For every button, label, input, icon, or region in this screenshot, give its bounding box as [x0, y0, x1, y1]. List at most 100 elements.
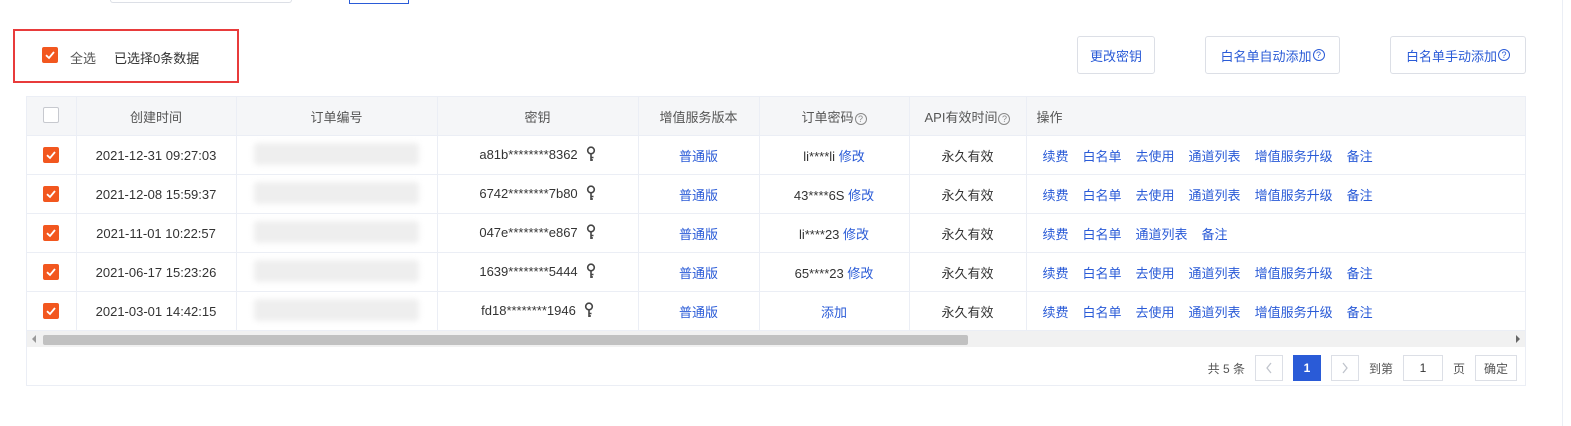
key-icon[interactable] [584, 301, 594, 321]
page-number-button[interactable]: 1 [1292, 355, 1321, 381]
order-number-cell [236, 213, 438, 253]
check-icon [46, 306, 56, 315]
row-op-link[interactable]: 增值服务升级 [1255, 149, 1333, 164]
order-password-action-link[interactable]: 修改 [843, 227, 869, 242]
scroll-thumb[interactable] [43, 335, 968, 345]
order-password-cell: 65****23 修改 [759, 252, 910, 292]
row-op-link[interactable]: 去使用 [1136, 188, 1175, 203]
row-checkbox[interactable] [43, 302, 60, 319]
key-value: 6742********7b80 [479, 185, 578, 201]
row-op-link[interactable]: 续费 [1043, 266, 1069, 281]
row-op-link[interactable]: 白名单 [1083, 149, 1122, 164]
row-op-link[interactable]: 备注 [1347, 149, 1373, 164]
row-checkbox-cell [27, 174, 77, 214]
prev-page-button[interactable] [1254, 355, 1283, 381]
redacted-order-number [254, 142, 419, 165]
help-icon[interactable]: ? [854, 113, 867, 125]
header-service-version: 增值服务版本 [638, 97, 760, 136]
row-checkbox-cell [27, 252, 77, 292]
whitelist-auto-add-button[interactable]: 白名单自动添加? [1205, 36, 1340, 74]
row-op-link[interactable]: 续费 [1043, 149, 1069, 164]
service-version-link[interactable]: 普通版 [679, 149, 718, 164]
whitelist-manual-add-label: 白名单手动添加 [1405, 48, 1497, 64]
service-version-link[interactable]: 普通版 [679, 227, 718, 242]
row-op-link[interactable]: 白名单 [1083, 266, 1122, 281]
row-op-link[interactable]: 去使用 [1136, 149, 1175, 164]
created-time-cell: 2021-12-31 09:27:03 [76, 135, 237, 175]
operations-cell: 续费 白名单 去使用 通道列表 增值服务升级 备注 [1026, 252, 1525, 292]
row-op-link[interactable]: 白名单 [1083, 188, 1122, 203]
top-filter-input-fragment[interactable] [110, 0, 292, 3]
operations-cell: 续费 白名单 通道列表 备注 [1026, 213, 1525, 253]
row-op-link[interactable]: 去使用 [1136, 266, 1175, 281]
select-all-checkbox[interactable] [42, 47, 58, 63]
row-op-link[interactable]: 备注 [1347, 305, 1373, 320]
redacted-order-number [254, 181, 419, 204]
row-op-link[interactable]: 通道列表 [1189, 305, 1241, 320]
table-row: 2021-06-17 15:23:26 1639********5444 普通版 65… [27, 252, 1525, 292]
row-op-link[interactable]: 续费 [1043, 227, 1069, 242]
scroll-left-arrow-icon[interactable] [32, 335, 36, 343]
row-checkbox[interactable] [43, 185, 60, 202]
row-op-link[interactable]: 增值服务升级 [1255, 266, 1333, 281]
service-version-link[interactable]: 普通版 [679, 305, 718, 320]
row-op-link[interactable]: 通道列表 [1189, 266, 1241, 281]
table-header-row: 创建时间 订单编号 密钥 增值服务版本 订单密码? API有效时间? 操作 [27, 97, 1525, 136]
row-checkbox[interactable] [43, 146, 60, 163]
created-time-cell: 2021-03-01 14:42:15 [76, 291, 237, 331]
goto-confirm-button[interactable]: 确定 [1474, 355, 1517, 381]
help-icon[interactable]: ? [1312, 49, 1325, 61]
key-cell: fd18********1946 [437, 291, 639, 331]
created-time-cell: 2021-11-01 10:22:57 [76, 213, 237, 253]
order-number-cell [236, 174, 438, 214]
scroll-right-arrow-icon[interactable] [1516, 335, 1520, 343]
key-cell: 6742********7b80 [437, 174, 639, 214]
key-icon[interactable] [586, 184, 596, 204]
key-icon[interactable] [586, 145, 596, 165]
row-checkbox[interactable] [43, 263, 60, 280]
row-op-link[interactable]: 续费 [1043, 188, 1069, 203]
order-password-cell: 43****6S 修改 [759, 174, 910, 214]
goto-page-input[interactable] [1402, 355, 1443, 381]
row-op-link[interactable]: 去使用 [1136, 305, 1175, 320]
help-icon[interactable]: ? [1498, 49, 1510, 61]
page-unit-label: 页 [1452, 361, 1465, 376]
service-version-link[interactable]: 普通版 [679, 188, 718, 203]
operations-cell: 续费 白名单 去使用 通道列表 增值服务升级 备注 [1026, 174, 1525, 214]
redacted-order-number [254, 298, 419, 321]
row-op-link[interactable]: 通道列表 [1136, 227, 1188, 242]
order-password-action-link[interactable]: 添加 [821, 305, 847, 320]
check-icon [46, 150, 56, 159]
whitelist-manual-add-button[interactable]: 白名单手动添加? [1390, 36, 1526, 74]
row-op-link[interactable]: 通道列表 [1189, 188, 1241, 203]
row-op-link[interactable]: 白名单 [1083, 305, 1122, 320]
horizontal-scrollbar[interactable] [27, 331, 1525, 347]
next-page-button[interactable] [1330, 355, 1359, 381]
header-key: 密钥 [437, 97, 639, 136]
order-password-action-link[interactable]: 修改 [848, 188, 874, 203]
row-op-link[interactable]: 增值服务升级 [1255, 188, 1333, 203]
row-op-link[interactable]: 白名单 [1083, 227, 1122, 242]
help-icon[interactable]: ? [998, 113, 1011, 125]
row-op-link[interactable]: 备注 [1202, 227, 1228, 242]
row-checkbox[interactable] [43, 224, 60, 241]
top-filter-button-fragment[interactable] [349, 0, 409, 4]
row-op-link[interactable]: 增值服务升级 [1255, 305, 1333, 320]
change-key-button[interactable]: 更改密钥 [1077, 36, 1155, 74]
service-version-link[interactable]: 普通版 [679, 266, 718, 281]
key-icon[interactable] [586, 262, 596, 282]
table-row: 2021-11-01 10:22:57 047e********e867 普通版 li… [27, 213, 1525, 253]
row-op-link[interactable]: 备注 [1347, 188, 1373, 203]
row-op-link[interactable]: 通道列表 [1189, 149, 1241, 164]
key-icon[interactable] [586, 223, 596, 243]
change-key-label: 更改密钥 [1089, 48, 1142, 64]
row-op-link[interactable]: 备注 [1347, 266, 1373, 281]
chevron-right-icon [1342, 362, 1348, 374]
pagination: 共 5 条 1 到第 页 确定 [1208, 355, 1517, 381]
order-password-action-link[interactable]: 修改 [839, 149, 865, 164]
header-order-password-label: 订单密码 [801, 109, 854, 125]
order-password-action-link[interactable]: 修改 [847, 266, 873, 281]
header-checkbox[interactable] [43, 106, 60, 123]
row-checkbox-cell [27, 291, 77, 331]
row-op-link[interactable]: 续费 [1043, 305, 1069, 320]
